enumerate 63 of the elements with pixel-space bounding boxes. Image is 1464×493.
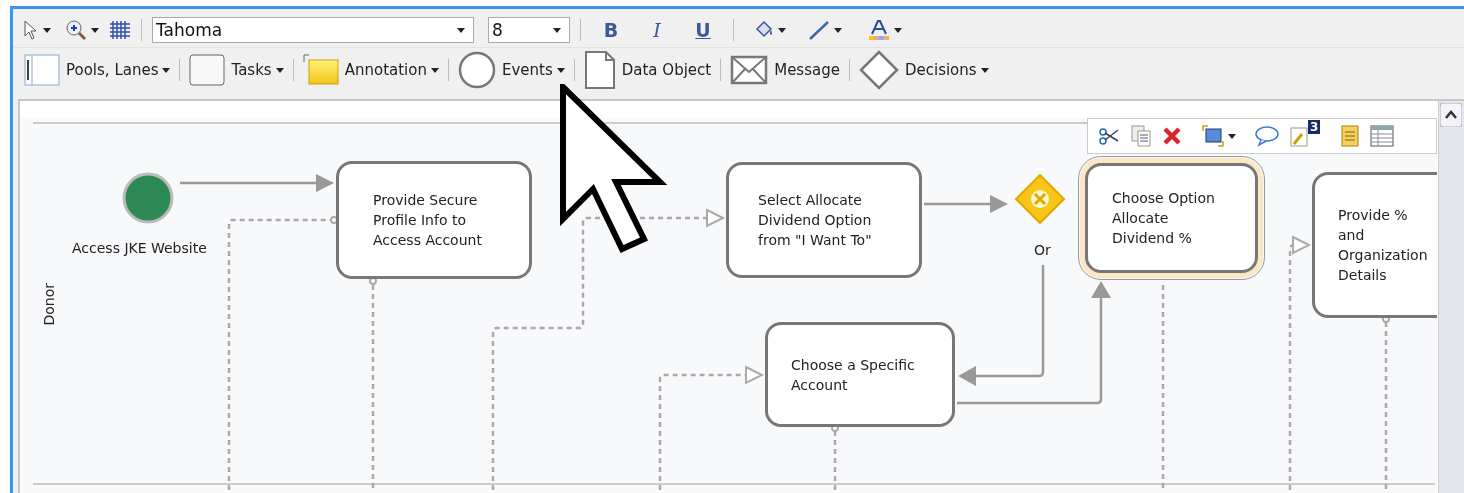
caret-icon[interactable]: [1228, 133, 1236, 139]
palette-item[interactable]: Tasks: [231, 61, 284, 79]
task-node[interactable]: Choose a Specific Account: [765, 322, 955, 427]
open-arrowhead-icon: [706, 208, 726, 228]
notepad-icon[interactable]: [1340, 124, 1361, 148]
arrowhead-icon: [1091, 281, 1111, 298]
caret-icon[interactable]: [91, 27, 99, 33]
palette-item[interactable]: Message: [774, 61, 840, 79]
zoom-icon[interactable]: [65, 19, 87, 41]
gateway-label: Or: [1034, 242, 1051, 258]
speech-bubble-icon[interactable]: [1254, 125, 1280, 147]
caret-icon[interactable]: [43, 27, 51, 33]
font-dropdown[interactable]: Tahoma: [152, 17, 474, 43]
pool-icon[interactable]: [24, 54, 60, 86]
caret-icon[interactable]: [778, 27, 786, 33]
format-button[interactable]: U: [683, 16, 723, 44]
circle-icon[interactable]: [457, 51, 496, 89]
vertical-scrollbar[interactable]: [1438, 101, 1464, 493]
caret-icon[interactable]: [553, 27, 561, 33]
palette-item[interactable]: Data Object: [621, 61, 712, 79]
font-size-dropdown[interactable]: 8: [488, 17, 570, 43]
format-button[interactable]: I: [637, 16, 677, 44]
caret-icon[interactable]: [457, 27, 465, 33]
event-label: Access JKE Website: [72, 240, 207, 256]
paint-bucket-icon[interactable]: [754, 20, 774, 40]
count-badge: 3: [1308, 120, 1321, 134]
gateway-icon: [1014, 173, 1066, 225]
caret-icon[interactable]: [834, 27, 842, 33]
start-event-icon: [122, 172, 174, 224]
arrowhead-icon: [958, 366, 976, 386]
delete-icon[interactable]: [1162, 126, 1182, 146]
caret-icon[interactable]: [162, 67, 171, 73]
lane-label: Donor: [40, 283, 58, 326]
scroll-up-icon[interactable]: [1440, 103, 1462, 127]
caret-icon[interactable]: [980, 67, 989, 73]
palette-item[interactable]: Annotation: [344, 61, 439, 79]
open-arrowhead-icon: [1292, 235, 1312, 255]
table-icon[interactable]: [1370, 125, 1395, 147]
task-node[interactable]: Provide Secure Profile Info to Access Account: [336, 161, 532, 279]
frame-icon[interactable]: [1202, 125, 1224, 147]
diamond-icon[interactable]: [858, 50, 899, 90]
font-color-icon[interactable]: [868, 19, 890, 41]
document-icon[interactable]: [583, 50, 616, 90]
line-icon[interactable]: [808, 20, 830, 40]
caret-icon[interactable]: [275, 67, 284, 73]
caret-icon[interactable]: [556, 67, 565, 73]
sequence-flow: [924, 202, 990, 206]
caret-icon[interactable]: [894, 27, 902, 33]
caret-icon[interactable]: [430, 67, 439, 73]
palette-item[interactable]: Decisions: [904, 61, 989, 79]
open-arrowhead-icon: [745, 365, 765, 385]
arrowhead-icon: [990, 195, 1008, 213]
envelope-icon[interactable]: [730, 55, 769, 85]
grid-icon[interactable]: [109, 20, 131, 40]
task-node[interactable]: Select Allocate Dividend Option from "I Want To": [726, 162, 922, 278]
task-node[interactable]: Provide % and Organization Details: [1312, 172, 1437, 318]
association-line: [833, 431, 837, 490]
pointer-icon[interactable]: [23, 20, 39, 40]
palette-item[interactable]: Events: [501, 61, 565, 79]
arrowhead-icon: [316, 174, 334, 192]
palette-item[interactable]: Pools, Lanes: [66, 61, 171, 79]
format-button[interactable]: B: [591, 16, 631, 44]
scissors-icon[interactable]: [1098, 125, 1120, 147]
